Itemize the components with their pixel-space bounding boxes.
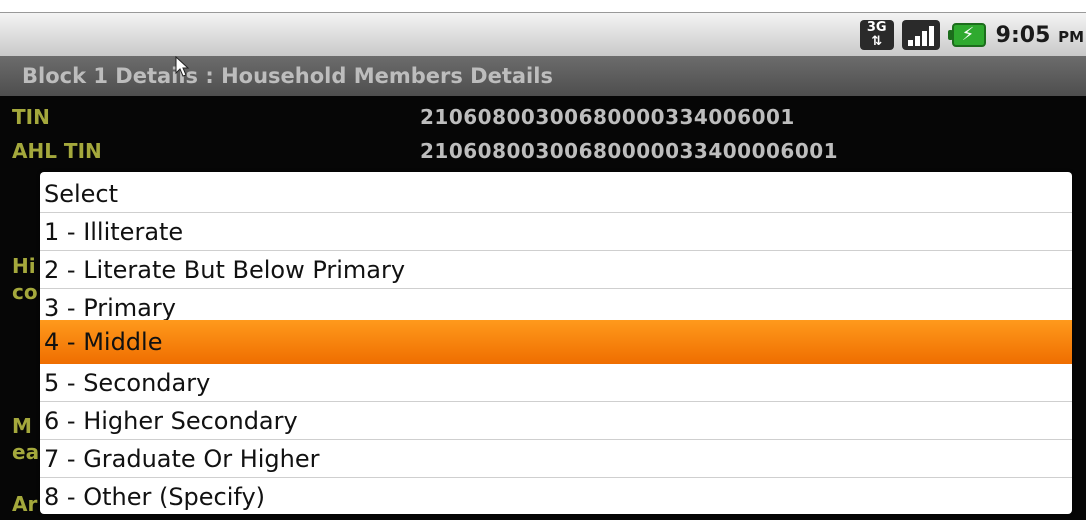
option-higher-secondary[interactable]: 6 - Higher Secondary [40, 402, 1072, 440]
mouse-cursor-icon [175, 56, 190, 77]
3g-icon: 3G ⇅ [859, 20, 894, 50]
option-graduate-or-higher[interactable]: 7 - Graduate Or Higher [40, 440, 1072, 478]
clock-ampm: PM [1058, 27, 1084, 46]
option-secondary[interactable]: 5 - Secondary [40, 364, 1072, 402]
option-other-specify[interactable]: 8 - Other (Specify) [40, 478, 1072, 514]
hidden-label-fragment: M [12, 414, 32, 438]
tin-value: 21060800300680000334006001 [420, 105, 795, 129]
option-select[interactable]: Select [40, 175, 1072, 213]
signal-icon [901, 20, 940, 50]
status-icons: 3G ⇅ ⚡ 9:05 PM [859, 13, 1086, 57]
screen-title: Block 1 Details : Household Members Deta… [0, 56, 1086, 96]
battery-charging-icon: ⚡ [947, 21, 988, 49]
ahl-tin-label: AHL TIN [12, 139, 102, 163]
hidden-label-fragment: ea [12, 440, 40, 464]
education-dropdown-list[interactable]: Select 1 - Illiterate 2 - Literate But B… [40, 172, 1072, 514]
tin-row: TIN 21060800300680000334006001 [0, 100, 1086, 134]
clock-time: 9:05 [995, 22, 1051, 48]
option-literate-below-primary[interactable]: 2 - Literate But Below Primary [40, 251, 1072, 289]
status-bar: 3G ⇅ ⚡ 9:05 PM [0, 12, 1086, 56]
hidden-label-fragment: Ar [12, 492, 38, 516]
network-badge-text: 3G [866, 20, 887, 35]
hidden-label-fragment: co [12, 280, 38, 304]
ahl-tin-row: AHL TIN 21060800300680000033400006001 [0, 134, 1086, 168]
clock: 9:05 PM [996, 23, 1084, 48]
hidden-label-fragment: Hi [12, 254, 36, 278]
option-middle-selected[interactable]: 4 - Middle [40, 320, 1072, 364]
ahl-tin-value: 21060800300680000033400006001 [420, 139, 839, 163]
tin-label: TIN [12, 105, 50, 129]
option-illiterate[interactable]: 1 - Illiterate [40, 213, 1072, 251]
